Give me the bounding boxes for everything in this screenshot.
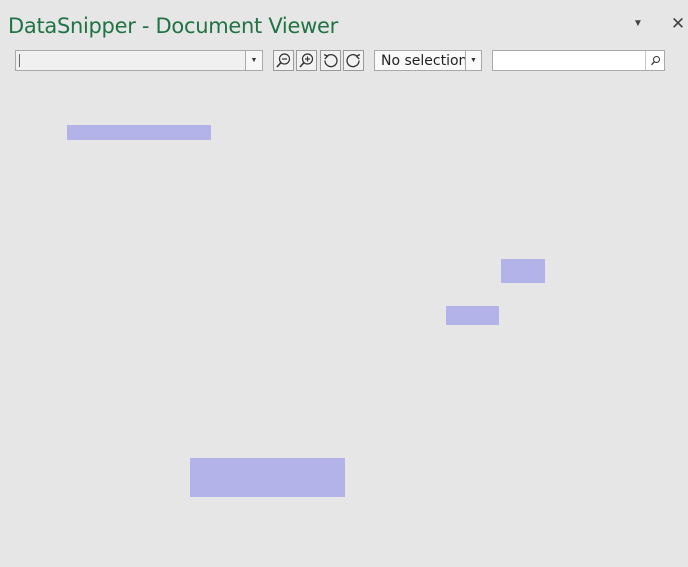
zoom-out-button[interactable] — [273, 50, 294, 71]
chevron-down-icon: ▼ — [470, 57, 477, 64]
document-viewer-pane: DataSnipper - Document Viewer ▼ ✕ ▼ No s… — [0, 0, 688, 567]
zoom-in-button[interactable] — [296, 50, 317, 71]
rotate-left-icon — [323, 53, 338, 68]
search-input[interactable] — [493, 51, 643, 70]
highlight-4[interactable] — [190, 458, 345, 497]
pane-title: DataSnipper - Document Viewer — [8, 14, 338, 38]
text-cursor — [19, 54, 20, 67]
highlight-2[interactable] — [501, 259, 545, 283]
highlight-3[interactable] — [446, 306, 499, 325]
document-canvas[interactable] — [0, 80, 688, 567]
close-icon: ✕ — [670, 14, 686, 33]
pane-options-button[interactable]: ▼ — [629, 14, 647, 34]
pane-close-button[interactable]: ✕ — [669, 14, 687, 34]
search-icon — [650, 56, 660, 66]
rotate-right-icon — [346, 53, 361, 68]
dropdown-arrow-icon: ▼ — [633, 18, 643, 29]
highlight-1[interactable] — [67, 125, 211, 140]
search-button[interactable] — [645, 51, 664, 70]
selection-combo-value: No selection — [381, 53, 468, 69]
zoom-out-icon — [276, 53, 291, 68]
document-select-dropdown-button[interactable]: ▼ — [245, 51, 262, 70]
document-select[interactable]: ▼ — [15, 50, 263, 71]
selection-combo-dropdown-button[interactable]: ▼ — [465, 51, 481, 70]
selection-combo[interactable]: No selection ▼ — [374, 50, 482, 71]
rotate-right-button[interactable] — [343, 50, 364, 71]
rotate-left-button[interactable] — [320, 50, 341, 71]
zoom-in-icon — [299, 53, 314, 68]
chevron-down-icon: ▼ — [250, 57, 258, 64]
search-box[interactable] — [492, 50, 665, 71]
